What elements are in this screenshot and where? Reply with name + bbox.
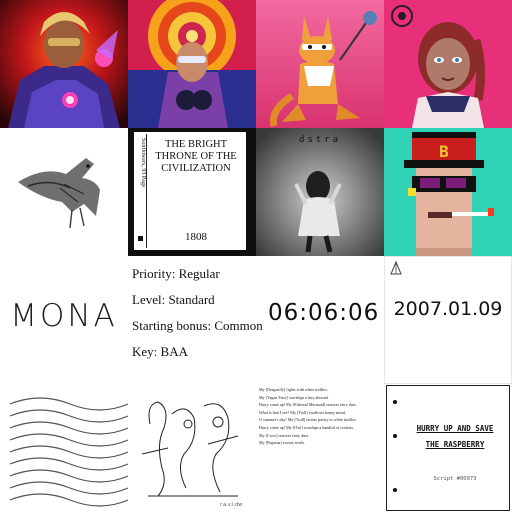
punk-hat-glyph: B	[439, 142, 449, 161]
poem-line: My [Vegan Fairy] worships a tiny almond.	[259, 394, 329, 400]
dstra-label: dstra	[299, 135, 341, 145]
psychedelic-portrait-illustration	[128, 0, 256, 128]
wavy-lines-illustration	[0, 384, 128, 512]
dstra-photo-illustration: dstra	[256, 128, 384, 256]
poem-line: O summer's day! My [Troll] recites poetr…	[259, 417, 357, 423]
trait-starting-bonus: Starting bonus: Common	[132, 318, 263, 333]
book-title-line-1: THE BRIGHT	[165, 139, 228, 150]
tile-book-cover[interactable]: Sunflowers, 93 Page THE BRIGHT THRONE OF…	[128, 128, 256, 256]
braided-girl-illustration	[384, 0, 512, 128]
clock-time: 06:06:06	[268, 300, 380, 326]
book-number: 1808	[185, 231, 208, 243]
tile-date[interactable]: 2007.01.09	[384, 256, 512, 384]
tile-script[interactable]: HURRY UP AND SAVE THE RASPBERRY Script #…	[384, 384, 512, 512]
tile-poem[interactable]: My [Dragonfly] fights with white truffle…	[256, 384, 384, 512]
tile-doodle[interactable]: r.a.v.l.dw	[128, 384, 256, 512]
mona-logo: MONA	[10, 298, 118, 334]
pyramid-icon	[384, 256, 512, 384]
book-cover-illustration: Sunflowers, 93 Page THE BRIGHT THRONE OF…	[128, 128, 256, 256]
tile-wavy-lines[interactable]	[0, 384, 128, 512]
crow-sketch-illustration	[0, 128, 128, 256]
tile-dstra-photo[interactable]: dstra	[256, 128, 384, 256]
book-title-line-2: THRONE OF THE	[155, 151, 236, 162]
pixel-punk-illustration: B	[384, 128, 512, 256]
script-hole-bottom	[393, 488, 397, 492]
trait-key: Key: BAA	[132, 344, 188, 359]
poem-line: What is that I see? My [Troll] swallows …	[259, 409, 346, 415]
tile-braided-girl[interactable]	[384, 0, 512, 128]
tile-pixel-punk[interactable]: B	[384, 128, 512, 256]
script-hole-middle	[393, 434, 397, 438]
nft-gallery-grid: Sunflowers, 93 Page THE BRIGHT THRONE OF…	[0, 0, 512, 512]
book-title-line-3: CIVILIZATION	[161, 163, 231, 174]
doodle-illustration: r.a.v.l.dw	[141, 401, 242, 508]
armored-mage-illustration	[0, 0, 128, 128]
kangaroo-illustration	[256, 0, 384, 128]
tile-crow-sketch[interactable]	[0, 128, 128, 256]
trait-priority: Priority: Regular	[132, 266, 220, 281]
poem-line: Hurry come up! My [Owl] worships a handf…	[259, 424, 355, 430]
tile-armored-mage[interactable]	[0, 0, 128, 128]
script-title-line-2: THE RASPBERRY	[425, 440, 485, 449]
tile-psychedelic-portrait[interactable]	[128, 0, 256, 128]
poem-line: My [Pegasus] swears twirls.	[259, 440, 306, 446]
doodle-signature: r.a.v.l.dw	[220, 502, 242, 508]
script-number: Script #00073	[433, 476, 477, 482]
tile-mona[interactable]: MONA	[0, 256, 128, 384]
tile-traits-clock[interactable]: Priority: Regular Level: Standard Starti…	[128, 256, 384, 384]
poem-line: My [Dragonfly] fights with white truffle…	[259, 387, 328, 392]
book-spine-text: Sunflowers, 93 Page	[140, 138, 147, 188]
date-text: 2007.01.09	[393, 298, 503, 320]
poem-text: My [Dragonfly] fights with white truffle…	[259, 386, 383, 447]
script-hole-top	[393, 400, 397, 404]
script-title-line-1: HURRY UP AND SAVE	[416, 424, 494, 433]
poem-line: My [Crow] restores fairy dust.	[259, 432, 309, 438]
tile-kangaroo[interactable]	[256, 0, 384, 128]
trait-level: Level: Standard	[132, 292, 215, 307]
poem-line: Hurry come up! My [Ethereal Mermaid] res…	[259, 402, 357, 408]
